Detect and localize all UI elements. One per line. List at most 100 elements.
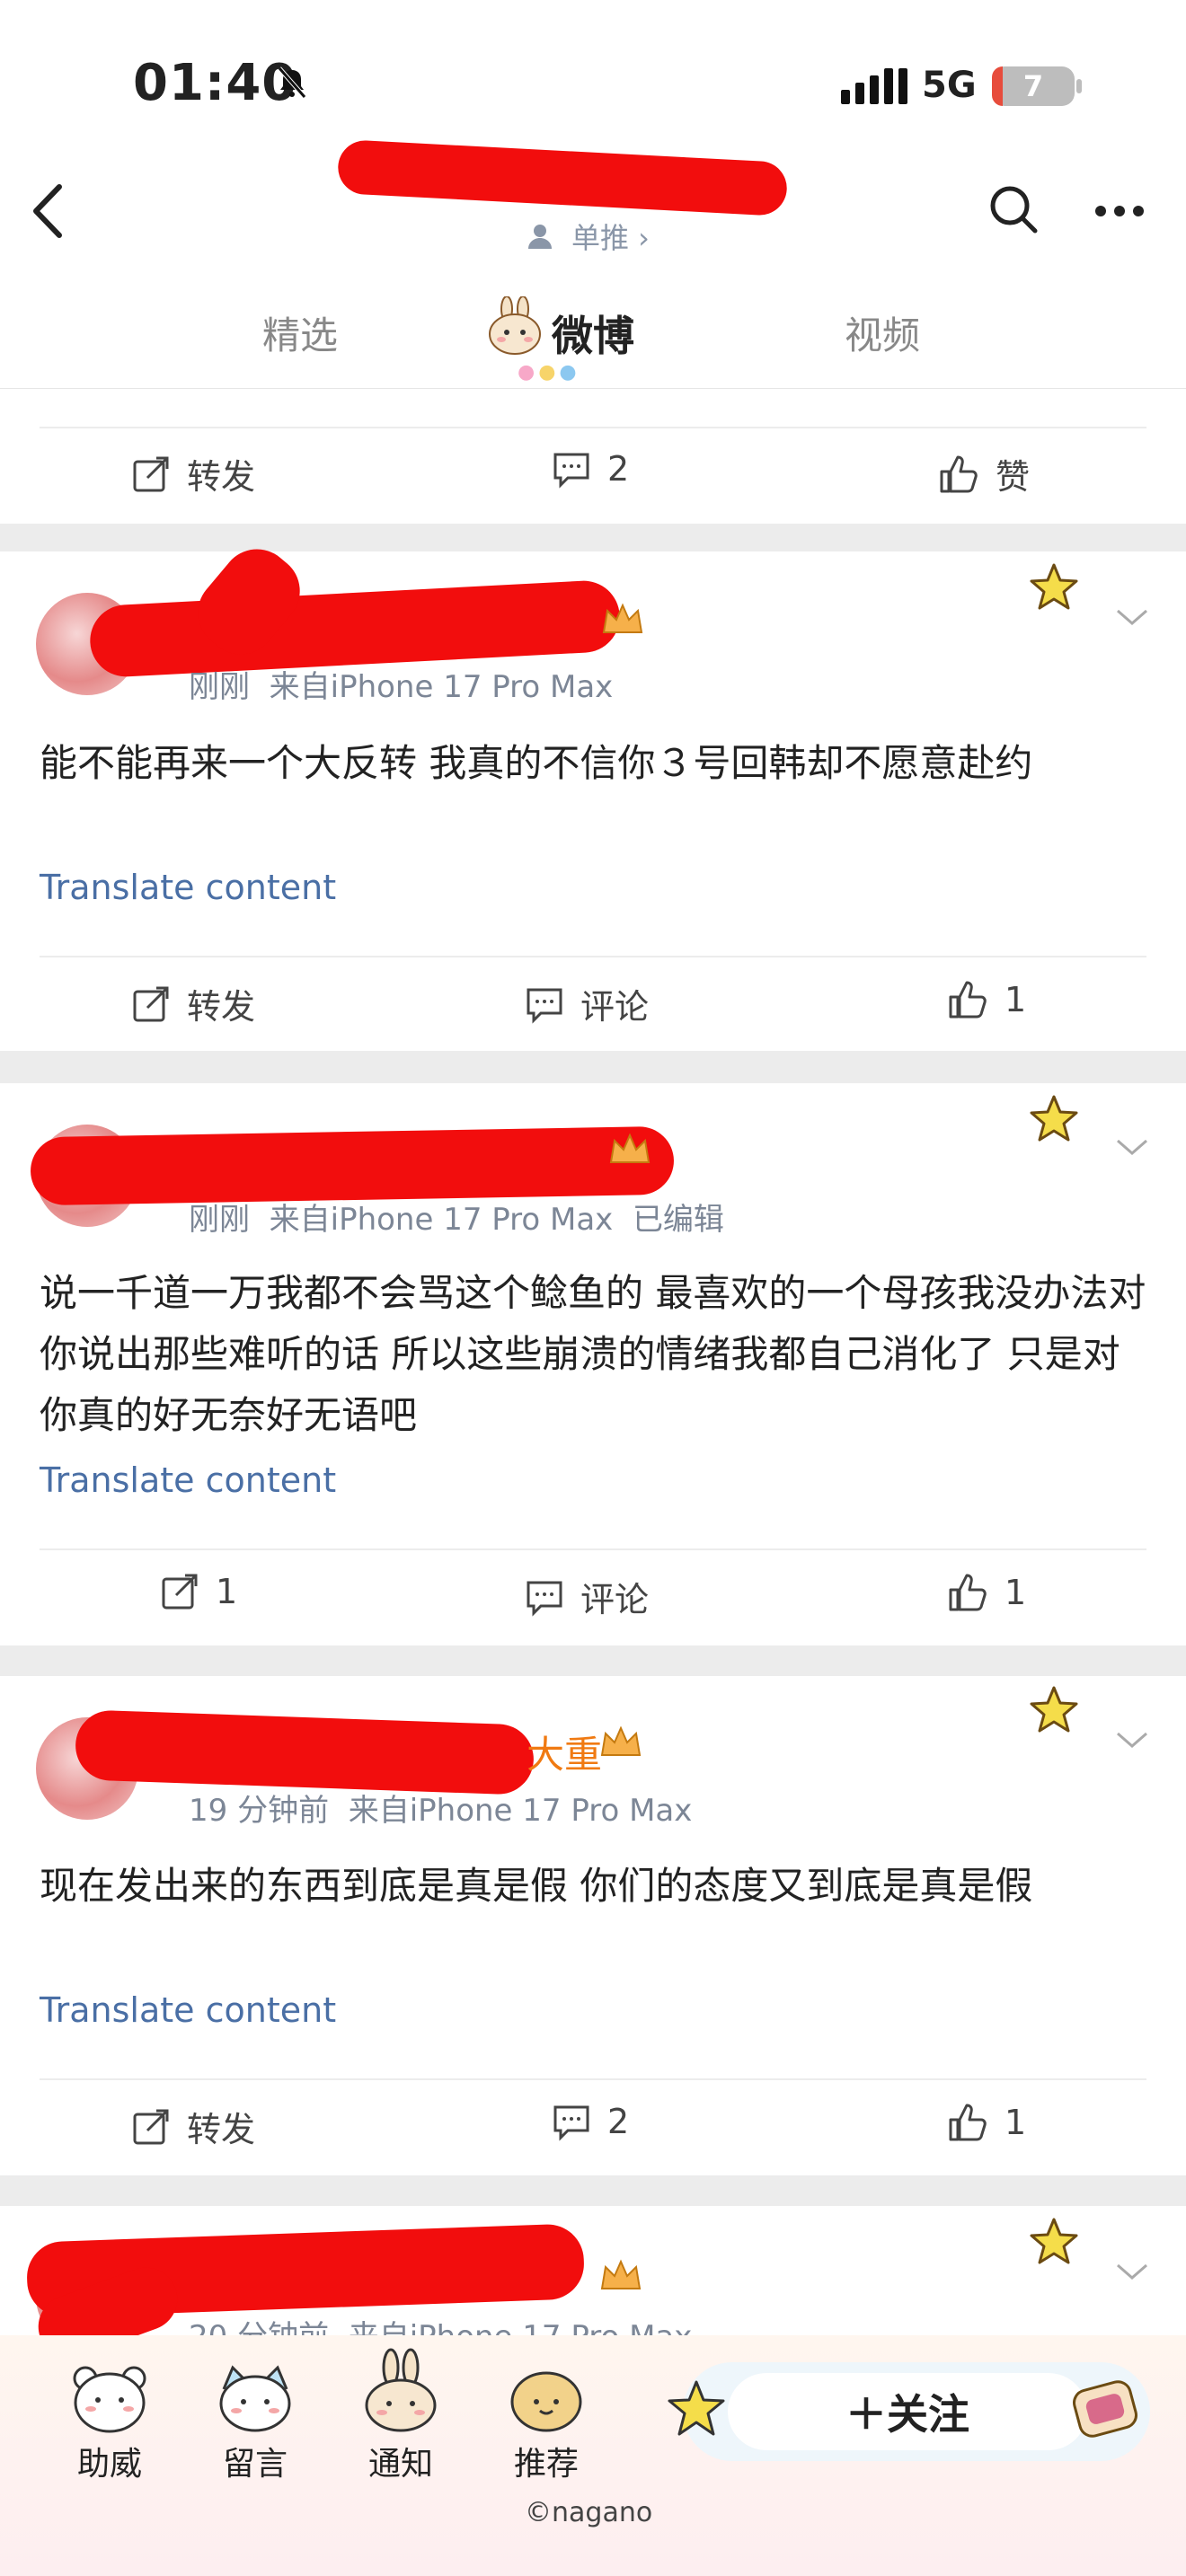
- chevron-down-icon[interactable]: [1114, 604, 1150, 631]
- status-time: 01:40: [133, 54, 298, 112]
- bear-icon: [73, 2366, 146, 2433]
- signal-icon: [841, 68, 907, 104]
- crown-badge-icon: [609, 1133, 651, 1163]
- chevron-down-icon[interactable]: [1114, 1726, 1150, 1753]
- repost-icon: [133, 986, 169, 1021]
- post-time: 刚刚: [189, 1202, 250, 1238]
- translate-link[interactable]: Translate content: [40, 1460, 336, 1500]
- username-tail: 大重: [527, 1733, 603, 1777]
- post-meta: 刚刚 来自iPhone 17 Pro Max: [189, 662, 613, 706]
- divider: [40, 956, 1146, 957]
- search-icon[interactable]: [988, 184, 1039, 234]
- comment-icon: [527, 1581, 562, 1617]
- rabbit-icon: [489, 296, 541, 355]
- repost-button[interactable]: 转发: [131, 979, 255, 1028]
- chevron-down-icon[interactable]: [1114, 1134, 1150, 1160]
- repost-icon: [133, 2109, 169, 2144]
- repost-button[interactable]: 转发: [131, 449, 255, 498]
- divider: [40, 427, 1146, 428]
- post-meta: 刚刚 来自iPhone 17 Pro Max 已编辑: [189, 1195, 724, 1239]
- comment-label: 评论: [580, 987, 650, 1027]
- network-type: 5G: [922, 65, 977, 106]
- nav-label: 助威: [76, 2446, 142, 2483]
- cat-icon: [219, 2365, 291, 2432]
- repost-icon: [162, 1574, 198, 1610]
- repost-button[interactable]: 转发: [131, 2102, 255, 2151]
- repost-label: 转发: [187, 2110, 256, 2149]
- star-badge-icon: [1030, 1686, 1078, 1733]
- nav-item-notify[interactable]: 通知: [356, 2348, 446, 2484]
- like-button[interactable]: 1: [947, 1572, 1026, 1613]
- mute-bell-icon: [278, 66, 306, 99]
- post-content: 现在发出来的东西到底是真是假 你们的态度又到底是真是假: [40, 1864, 1033, 1908]
- divider: [40, 1548, 1146, 1550]
- post-source: 来自iPhone 17 Pro Max: [348, 1793, 693, 1829]
- nav-item-message[interactable]: 留言: [210, 2362, 300, 2484]
- edited-label: 已编辑: [632, 1202, 724, 1238]
- thumbs-up-icon: [949, 981, 987, 1019]
- copyright-text: ©nagano: [525, 2497, 653, 2528]
- star-badge-icon: [1030, 563, 1078, 610]
- nav-item-cheer[interactable]: 助威: [65, 2362, 155, 2484]
- comment-icon: [553, 453, 589, 489]
- crown-badge-icon: [600, 2259, 642, 2289]
- divider: [40, 2078, 1146, 2080]
- toast-icon: [1073, 2380, 1137, 2438]
- back-icon[interactable]: [27, 180, 72, 243]
- repost-label: 转发: [187, 457, 256, 497]
- tab-video[interactable]: 视频: [845, 305, 920, 360]
- rabbit-icon: [365, 2348, 437, 2432]
- more-icon[interactable]: [1094, 205, 1145, 217]
- post-content: 能不能再来一个大反转 我真的不信你３号回韩却不愿意赴约: [40, 741, 1033, 785]
- star-badge-icon: [1030, 1095, 1078, 1142]
- thumbs-up-icon: [949, 1574, 987, 1611]
- nav-label: 通知: [367, 2446, 433, 2483]
- chestnut-icon: [510, 2371, 582, 2432]
- comment-button[interactable]: 评论: [525, 1572, 649, 1621]
- comment-button[interactable]: 2: [552, 2102, 629, 2141]
- thumbs-up-icon: [949, 2104, 987, 2141]
- like-button[interactable]: 赞: [938, 449, 1030, 498]
- tab-featured[interactable]: 精选: [262, 305, 338, 360]
- comment-icon: [553, 2105, 589, 2141]
- post-source: 来自iPhone 17 Pro Max: [269, 669, 614, 705]
- follow-button[interactable]: ＋关注: [728, 2373, 1087, 2450]
- comment-count: 2: [607, 449, 630, 489]
- comment-icon: [527, 988, 562, 1024]
- like-count: 1: [1005, 980, 1027, 1019]
- like-count: 1: [1005, 2103, 1027, 2142]
- thumbs-up-icon: [940, 455, 978, 492]
- crown-badge-icon: [600, 1725, 642, 1756]
- post-meta: 19 分钟前 来自iPhone 17 Pro Max: [189, 1786, 692, 1830]
- comment-count: 2: [607, 2102, 630, 2141]
- star-icon: [668, 2380, 725, 2436]
- repost-count: 1: [216, 1572, 238, 1611]
- tab-decoration: ●●●: [518, 361, 580, 384]
- crown-badge-icon: [602, 603, 643, 633]
- battery-percent: 7: [1022, 69, 1044, 103]
- person-icon: [528, 225, 552, 249]
- repost-button[interactable]: 1: [160, 1572, 237, 1611]
- like-count: 1: [1005, 1573, 1027, 1612]
- post-time: 19 分钟前: [189, 1793, 330, 1829]
- post-content: 说一千道一万我都不会骂这个鲶鱼的 最喜欢的一个母孩我没办法对你说出那些难听的话 …: [40, 1271, 1146, 1437]
- comment-button[interactable]: 2: [552, 449, 629, 489]
- tab-weibo[interactable]: 微博: [552, 304, 634, 363]
- battery-tip: [1076, 79, 1082, 93]
- like-button[interactable]: 1: [947, 979, 1026, 1020]
- nav-label: 推荐: [513, 2446, 579, 2483]
- nav-item-recommend[interactable]: 推荐: [501, 2362, 591, 2484]
- star-badge-icon: [1030, 2218, 1078, 2264]
- like-button[interactable]: 1: [947, 2102, 1026, 2143]
- translate-link[interactable]: Translate content: [40, 1990, 336, 2030]
- post-source: 来自iPhone 17 Pro Max: [269, 1202, 614, 1238]
- subtitle-link[interactable]: 单推 ›: [571, 216, 650, 257]
- chevron-down-icon[interactable]: [1114, 2258, 1150, 2285]
- redaction-mark: [30, 1125, 675, 1206]
- post-time: 刚刚: [189, 669, 250, 705]
- repost-icon: [133, 456, 169, 491]
- comment-button[interactable]: 评论: [525, 979, 649, 1028]
- comment-label: 评论: [580, 1580, 650, 1619]
- translate-link[interactable]: Translate content: [40, 868, 336, 907]
- repost-label: 转发: [187, 987, 256, 1027]
